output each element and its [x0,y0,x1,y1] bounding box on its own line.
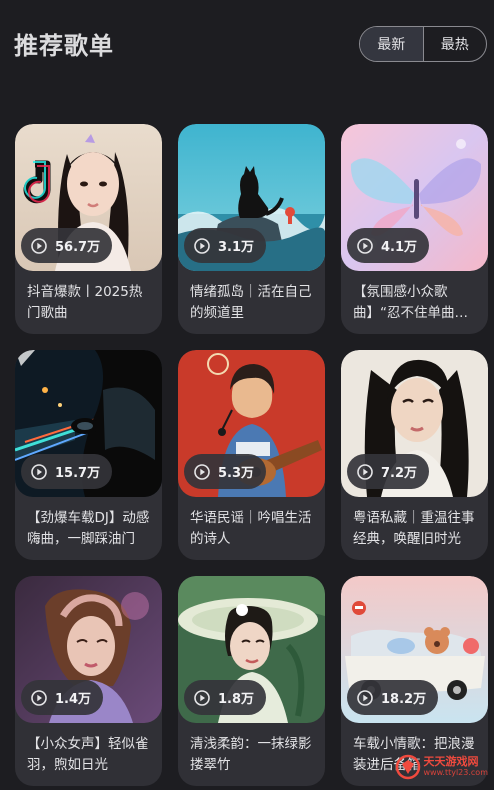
watermark-name: 天天游戏网 [423,755,479,768]
play-count-badge: 3.1万 [184,228,267,263]
playlist-title: 抖音爆款丨2025热门歌曲 [27,284,143,321]
playlist-title: 华语民谣｜吟唱生活的诗人 [190,510,312,547]
play-circle-icon [357,689,373,706]
play-count-badge: 7.2万 [347,454,430,489]
play-count: 1.8万 [218,692,255,707]
play-count-badge: 5.3万 [184,454,267,489]
playlist-card[interactable]: 15.7万 【劲爆车载DJ】动感嗨曲，一脚踩油门 [15,350,162,560]
play-count-badge: 4.1万 [347,228,430,263]
play-circle-icon [357,463,373,480]
playlist-title: 粤语私藏｜重温往事经典，唤醒旧时光 [353,510,475,547]
play-count: 15.7万 [55,466,101,481]
play-count-badge: 1.4万 [21,680,104,715]
play-count: 4.1万 [381,240,418,255]
playlist-card[interactable]: 7.2万 粤语私藏｜重温往事经典，唤醒旧时光 [341,350,488,560]
playlist-title: 【小众女声】轻似雀羽，煦如日光 [27,736,149,773]
playlist-card[interactable]: 1.8万 清浅柔韵：一抹绿影搂翠竹 [178,576,325,786]
sort-toggle[interactable]: 最新 最热 [359,26,487,62]
play-count: 7.2万 [381,466,418,481]
playlist-title: 清浅柔韵：一抹绿影搂翠竹 [190,736,312,773]
playlist-title: 【氛围感小众歌曲】“忍不住单曲循环 [353,284,468,321]
play-circle-icon [194,237,210,254]
site-watermark: 天天游戏网 www.ttyl23.com [395,754,488,780]
page-title: 推荐歌单 [14,32,114,60]
playlist-title: 【劲爆车载DJ】动感嗨曲，一脚踩油门 [27,510,150,547]
playlist-card[interactable]: 3.1万 情绪孤岛｜活在自己的频道里 [178,124,325,334]
watermark-url: www.ttyl23.com [423,768,488,777]
play-circle-icon [194,689,210,706]
sort-hottest-button[interactable]: 最热 [424,27,487,61]
play-circle-icon [31,463,47,480]
play-circle-icon [31,689,47,706]
play-count-badge: 18.2万 [347,680,439,715]
play-circle-icon [31,237,47,254]
playlist-card[interactable]: 5.3万 华语民谣｜吟唱生活的诗人 [178,350,325,560]
header: 推荐歌单 最新 最热 [0,0,494,90]
play-circle-icon [194,463,210,480]
play-count-badge: 15.7万 [21,454,113,489]
play-count: 18.2万 [381,692,427,707]
playlist-card[interactable]: 1.4万 【小众女声】轻似雀羽，煦如日光 [15,576,162,786]
playlist-title: 情绪孤岛｜活在自己的频道里 [190,284,312,321]
play-circle-icon [357,237,373,254]
play-count: 1.4万 [55,692,92,707]
playlist-card[interactable]: 4.1万 【氛围感小众歌曲】“忍不住单曲循环 [341,124,488,334]
play-count-badge: 1.8万 [184,680,267,715]
play-count: 5.3万 [218,466,255,481]
watermark-logo-icon [395,754,420,780]
playlist-card[interactable]: 56.7万 抖音爆款丨2025热门歌曲 [15,124,162,334]
play-count: 3.1万 [218,240,255,255]
sort-latest-button[interactable]: 最新 [360,27,424,61]
play-count: 56.7万 [55,240,101,255]
play-count-badge: 56.7万 [21,228,113,263]
